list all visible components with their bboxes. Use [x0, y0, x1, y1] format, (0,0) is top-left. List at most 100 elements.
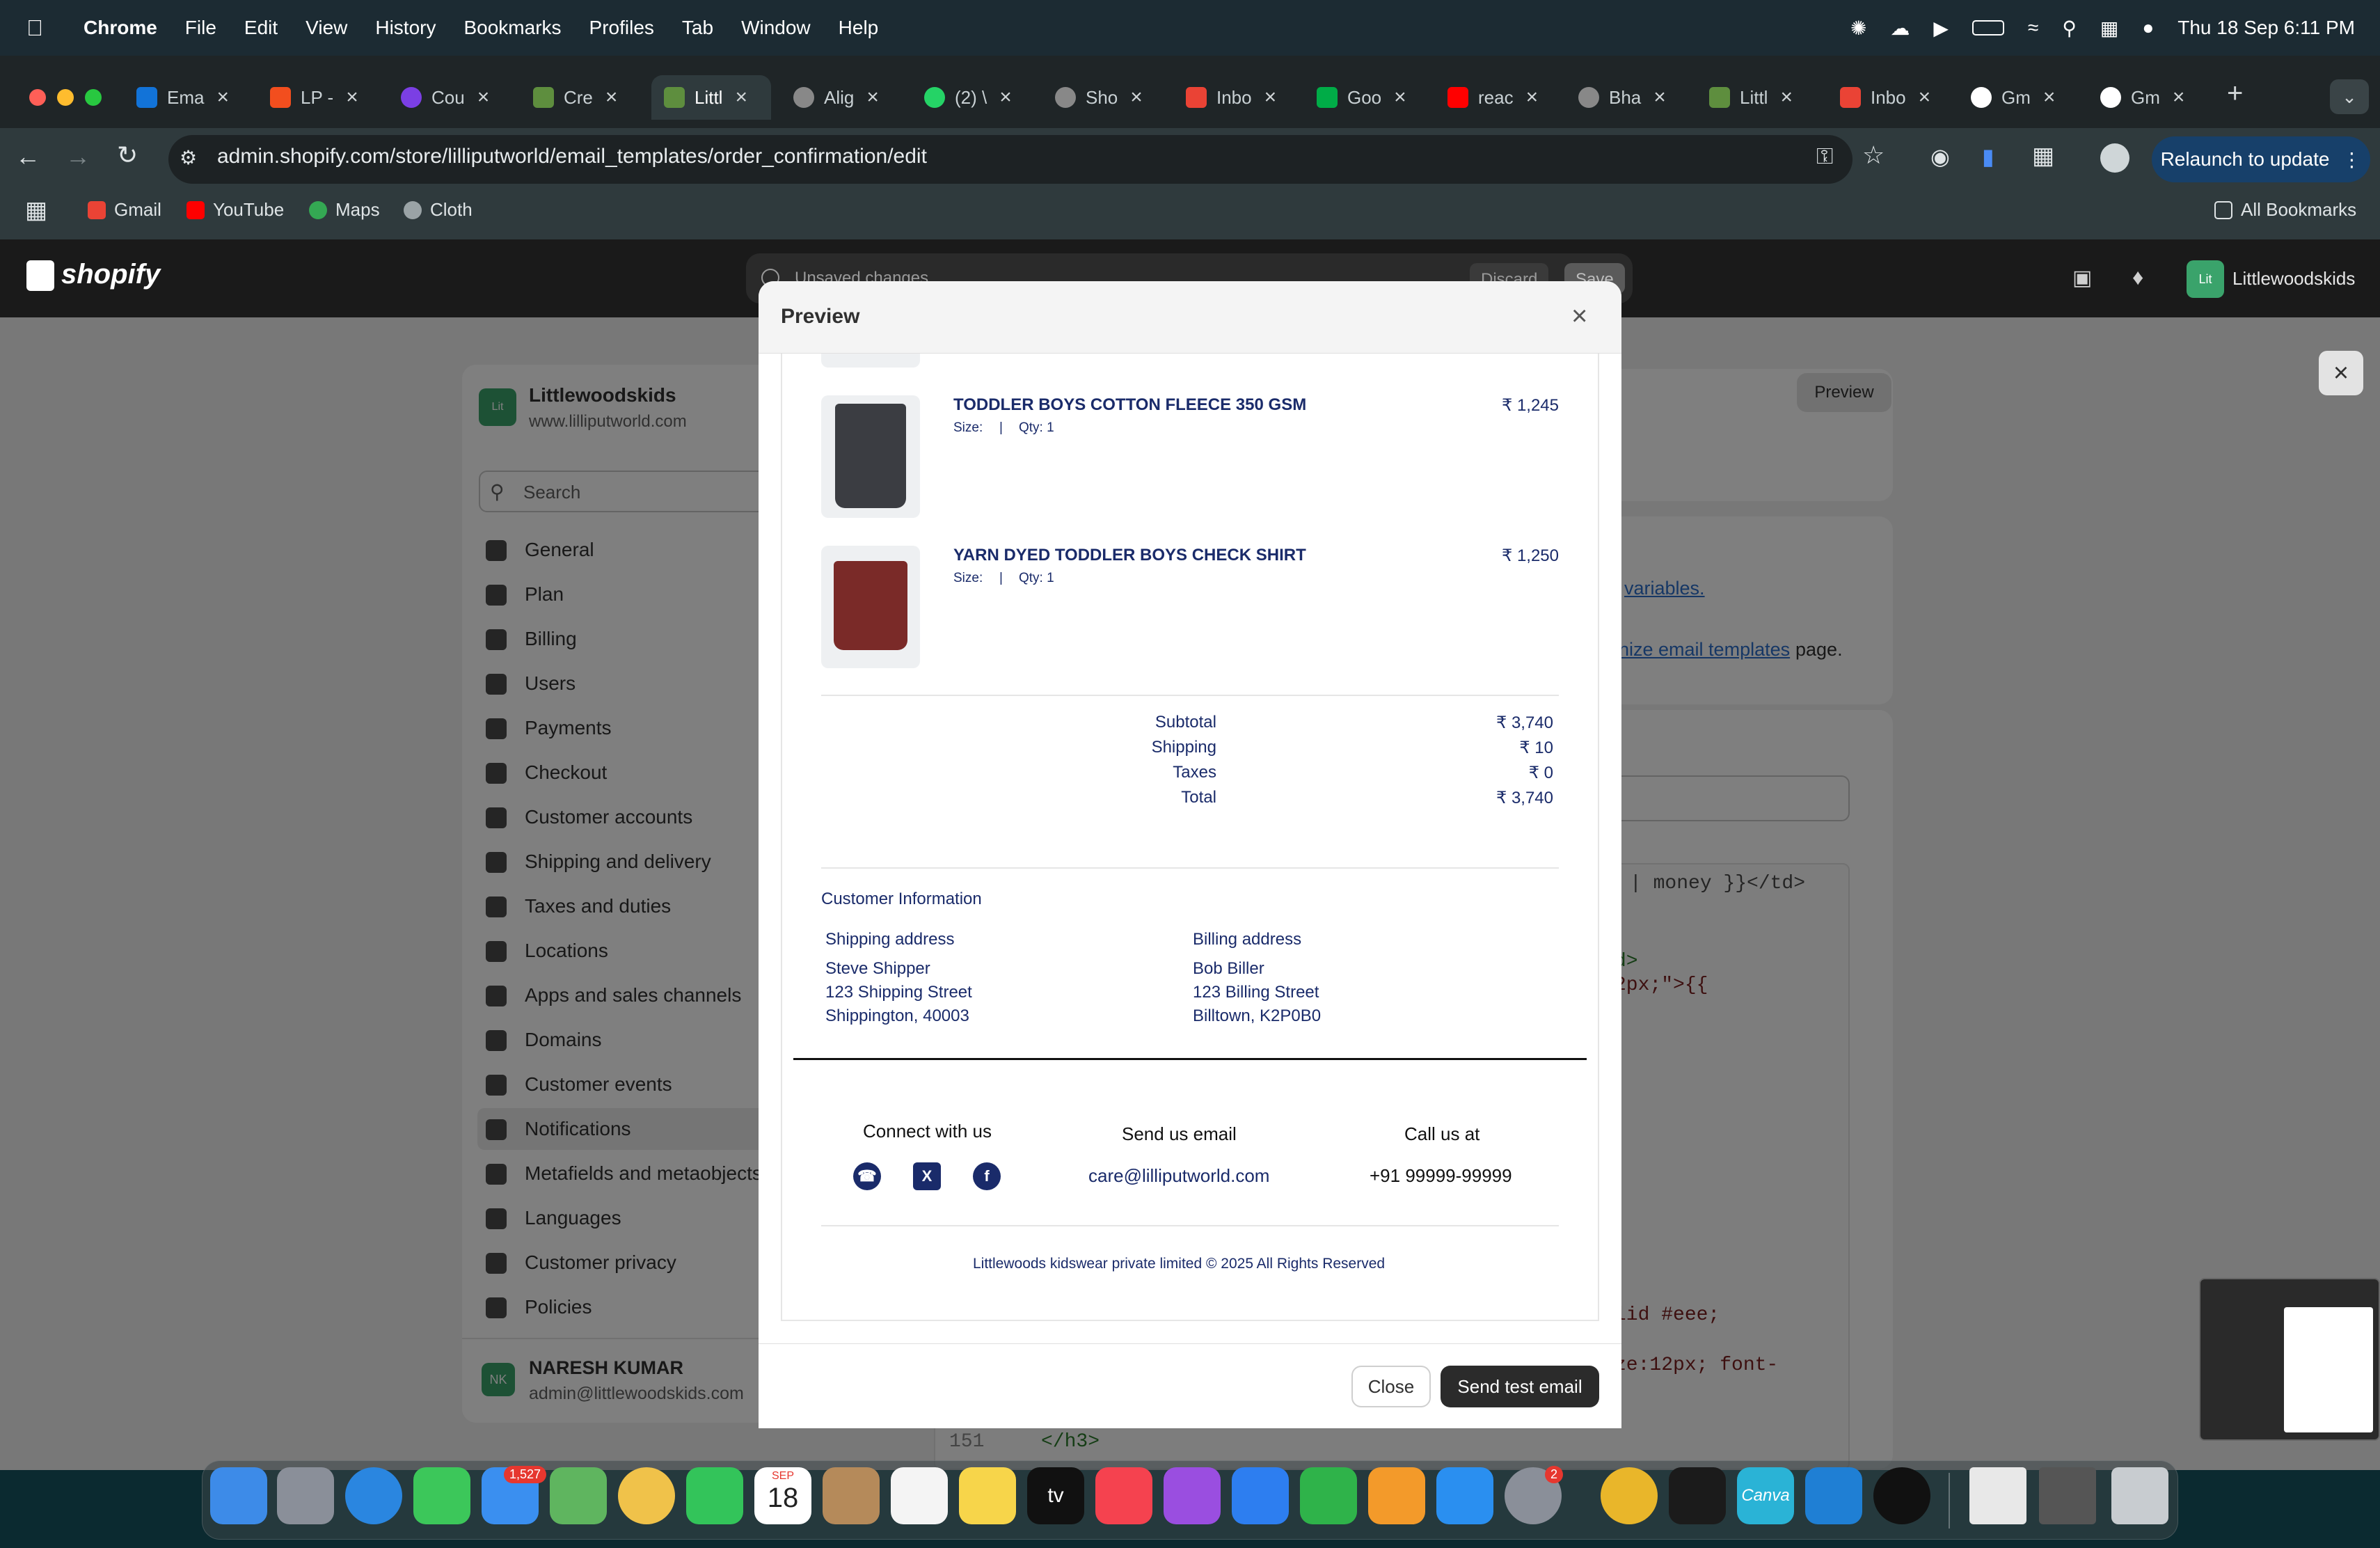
browser-tab[interactable]: Inbo ×: [1840, 75, 1930, 120]
close-icon[interactable]: ×: [477, 86, 490, 109]
modal-close-icon[interactable]: ×: [1571, 301, 1587, 332]
notes-icon[interactable]: [959, 1467, 1016, 1524]
browser-tab[interactable]: Cre ×: [533, 75, 617, 120]
browser-tab[interactable]: Bha ×: [1578, 75, 1666, 120]
close-icon[interactable]: ×: [1394, 86, 1406, 109]
store-name[interactable]: Littlewoodskids: [2232, 268, 2355, 290]
facebook-icon[interactable]: f: [973, 1162, 1001, 1190]
close-icon[interactable]: ×: [1653, 86, 1666, 109]
browser-tab[interactable]: (2) \ ×: [924, 75, 1012, 120]
window-minimize-button[interactable]: [57, 89, 74, 106]
whatsapp-icon[interactable]: ☎: [853, 1162, 881, 1190]
shopify-chat-icon[interactable]: ▣: [2072, 266, 2092, 290]
numbers-icon[interactable]: [1300, 1467, 1357, 1524]
site-info-icon[interactable]: ⚙: [180, 146, 197, 169]
store-avatar[interactable]: Lit: [2187, 260, 2224, 298]
reload-button[interactable]: ↻: [117, 141, 138, 170]
menu-history[interactable]: History: [375, 17, 436, 39]
pages-icon[interactable]: [1368, 1467, 1425, 1524]
support-email-link[interactable]: care@lilliputworld.com: [1088, 1165, 1269, 1187]
browser-tab-active[interactable]: Littl ×: [651, 75, 771, 120]
menubar-app-name[interactable]: Chrome: [84, 17, 157, 39]
maps-icon[interactable]: [550, 1467, 607, 1524]
apple-tv-icon[interactable]: tv: [1027, 1467, 1084, 1524]
window-zoom-button[interactable]: [85, 89, 102, 106]
close-icon[interactable]: ×: [1919, 86, 1931, 109]
password-key-icon[interactable]: ⚿: [1816, 143, 1833, 170]
close-icon[interactable]: ×: [346, 86, 358, 109]
close-icon[interactable]: ×: [1526, 86, 1539, 109]
menu-edit[interactable]: Edit: [244, 17, 278, 39]
recent-document-icon[interactable]: [1969, 1467, 2026, 1524]
cloud-status-icon[interactable]: ☁: [1890, 17, 1910, 40]
app-store-icon[interactable]: [1436, 1467, 1493, 1524]
photos-icon[interactable]: [618, 1467, 675, 1524]
send-test-email-button[interactable]: Send test email: [1441, 1366, 1599, 1407]
extension-icon[interactable]: ◉: [1930, 143, 1950, 170]
messages-icon[interactable]: [413, 1467, 470, 1524]
profile-avatar[interactable]: [2100, 143, 2129, 173]
downloads-stack-icon[interactable]: [2039, 1467, 2096, 1524]
keynote-icon[interactable]: [1232, 1467, 1289, 1524]
shopify-logo[interactable]: shopify: [26, 259, 160, 292]
all-bookmarks[interactable]: All Bookmarks: [2214, 199, 2356, 221]
phone-number[interactable]: +91 99999-99999: [1370, 1165, 1512, 1187]
close-icon[interactable]: ×: [1130, 86, 1143, 109]
notification-bell-icon[interactable]: ♦: [2132, 264, 2143, 290]
close-icon[interactable]: ×: [605, 86, 618, 109]
browser-tab[interactable]: LP - ×: [270, 75, 358, 120]
podcasts-icon[interactable]: [1164, 1467, 1221, 1524]
close-icon[interactable]: ×: [216, 86, 229, 109]
menu-help[interactable]: Help: [839, 17, 879, 39]
contacts-icon[interactable]: [823, 1467, 880, 1524]
terminal-icon[interactable]: [1669, 1467, 1726, 1524]
apps-grid-icon[interactable]: ▦: [25, 196, 47, 224]
search-icon[interactable]: ⚲: [2062, 17, 2077, 40]
browser-tab[interactable]: Inbo ×: [1186, 75, 1276, 120]
puzzle-extensions-icon[interactable]: ▦: [2032, 142, 2054, 170]
forward-button[interactable]: →: [65, 142, 90, 171]
chatgpt-icon[interactable]: [1873, 1467, 1930, 1524]
close-icon[interactable]: ×: [866, 86, 879, 109]
page-close-icon[interactable]: ×: [2319, 351, 2363, 395]
browser-tab[interactable]: Gm ×: [1971, 75, 2055, 120]
battery-icon[interactable]: [1972, 20, 2004, 35]
browser-tab[interactable]: Cou ×: [401, 75, 489, 120]
chatgpt-status-icon[interactable]: ✺: [1850, 17, 1866, 40]
browser-tab[interactable]: Gm ×: [2100, 75, 2184, 120]
extension-icon[interactable]: ▮: [1982, 143, 1994, 170]
bookmark-maps[interactable]: Maps: [309, 199, 380, 221]
siri-icon[interactable]: ●: [2142, 17, 2154, 39]
calendar-icon[interactable]: SEP 18: [754, 1467, 811, 1524]
browser-tab[interactable]: Goo ×: [1317, 75, 1406, 120]
close-icon[interactable]: ×: [999, 86, 1012, 109]
back-button[interactable]: ←: [15, 142, 40, 171]
finder-icon[interactable]: [210, 1467, 267, 1524]
close-icon[interactable]: ×: [1780, 86, 1793, 109]
close-button[interactable]: Close: [1351, 1366, 1431, 1407]
reminders-icon[interactable]: [891, 1467, 948, 1524]
canva-icon[interactable]: Canva: [1737, 1467, 1794, 1524]
menu-file[interactable]: File: [185, 17, 216, 39]
chrome-icon[interactable]: [1601, 1467, 1658, 1524]
launchpad-icon[interactable]: [277, 1467, 334, 1524]
screenshot-thumbnail[interactable]: [2199, 1278, 2380, 1441]
bookmark-cloth[interactable]: Cloth: [404, 199, 473, 221]
menu-window[interactable]: Window: [741, 17, 811, 39]
browser-tab[interactable]: Ema ×: [136, 75, 229, 120]
browser-tab[interactable]: Sho ×: [1055, 75, 1143, 120]
music-icon[interactable]: [1095, 1467, 1152, 1524]
facetime-icon[interactable]: [686, 1467, 743, 1524]
relaunch-to-update-button[interactable]: Relaunch to update ⋮: [2152, 136, 2370, 182]
browser-tab[interactable]: reac ×: [1447, 75, 1538, 120]
browser-tab[interactable]: Littl ×: [1709, 75, 1793, 120]
menu-profiles[interactable]: Profiles: [589, 17, 654, 39]
close-icon[interactable]: ×: [735, 86, 747, 109]
close-icon[interactable]: ×: [2043, 86, 2056, 109]
vscode-icon[interactable]: [1805, 1467, 1862, 1524]
x-twitter-icon[interactable]: X: [913, 1162, 941, 1190]
play-status-icon[interactable]: ▶: [1933, 17, 1949, 40]
new-tab-button[interactable]: +: [2227, 78, 2243, 109]
safari-icon[interactable]: [345, 1467, 402, 1524]
bookmark-star-icon[interactable]: ☆: [1862, 141, 1885, 170]
